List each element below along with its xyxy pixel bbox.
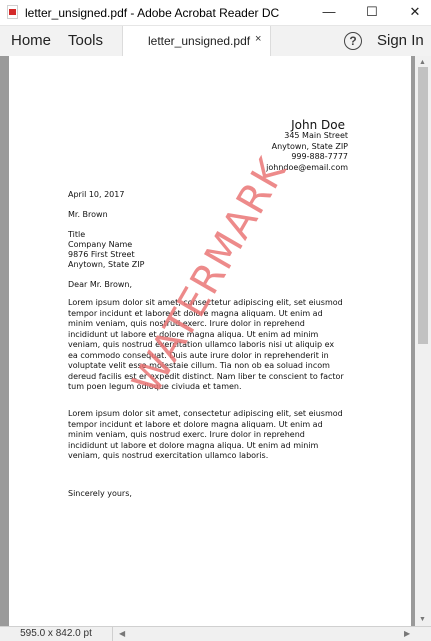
scroll-down-arrow-icon[interactable]: ▼ — [419, 616, 426, 623]
recipient-name: Mr. Brown — [68, 210, 108, 219]
close-button[interactable]: ✕ — [400, 2, 430, 22]
paragraph-1-line: veniam, quis nostrud exercitation ullamc… — [68, 340, 335, 349]
window-title: letter_unsigned.pdf - Adobe Acrobat Read… — [25, 6, 280, 20]
title-bar: letter_unsigned.pdf - Adobe Acrobat Read… — [0, 0, 431, 26]
maximize-button[interactable]: ☐ — [357, 2, 387, 22]
recipient-company: Company Name — [68, 240, 133, 249]
vertical-scroll-thumb[interactable] — [418, 67, 428, 344]
salutation: Dear Mr. Brown, — [68, 280, 133, 289]
status-bar: 595.0 x 842.0 pt ◀ ▶ — [0, 626, 431, 641]
sender-address-1: 345 Main Street — [284, 131, 348, 140]
sign-in-button[interactable]: Sign In — [377, 32, 424, 49]
paragraph-1-line: dereud facilis est er expedit distinct. … — [68, 371, 344, 381]
letter-date: April 10, 2017 — [68, 190, 125, 199]
paragraph-2-line: tempor incidunt et labore et dolore magn… — [68, 419, 323, 429]
help-icon[interactable]: ? — [344, 32, 362, 50]
page-size-readout: 595.0 x 842.0 pt — [0, 627, 113, 641]
tab-close-icon[interactable]: × — [255, 33, 261, 45]
recipient-address-1: 9876 First Street — [68, 250, 135, 259]
recipient-address-2: Anytown, State ZIP — [68, 260, 145, 269]
paragraph-2-line: incididunt ut labore et dolore magna ali… — [68, 440, 319, 450]
scroll-right-arrow-icon[interactable]: ▶ — [404, 629, 410, 638]
pdf-page: John Doe 345 Main Street Anytown, State … — [9, 56, 411, 626]
menu-bar: Home Tools letter_unsigned.pdf × ? Sign … — [0, 26, 431, 57]
tools-button[interactable]: Tools — [68, 32, 103, 49]
paragraph-2-line: veniam, quis nostrud exercitation ullamc… — [68, 451, 269, 460]
sender-phone: 999-888-7777 — [291, 152, 348, 161]
tab-label: letter_unsigned.pdf — [148, 34, 251, 48]
sender-address-2: Anytown, State ZIP — [271, 141, 348, 151]
closing: Sincerely yours, — [68, 489, 132, 498]
document-viewer[interactable]: John Doe 345 Main Street Anytown, State … — [0, 56, 431, 626]
scroll-left-arrow-icon[interactable]: ◀ — [119, 629, 125, 638]
minimize-button[interactable]: — — [314, 2, 344, 22]
scroll-up-arrow-icon[interactable]: ▲ — [419, 59, 426, 66]
sender-name: John Doe — [291, 118, 345, 132]
paragraph-1-line: voluptate velit esse molestaie cillum. T… — [68, 361, 330, 370]
paragraph-2-line: Lorem ipsum dolor sit amet, consectetur … — [68, 409, 343, 418]
home-button[interactable]: Home — [11, 32, 51, 49]
paragraph-2-line: minim veniam, quis nostrud exerc. Irure … — [68, 430, 305, 439]
paragraph-1-line: ea commodo consequat. Duis aute irure do… — [68, 350, 329, 360]
document-tab[interactable]: letter_unsigned.pdf × — [122, 26, 271, 56]
pdf-file-icon — [7, 5, 18, 19]
recipient-title: Title — [68, 230, 86, 239]
